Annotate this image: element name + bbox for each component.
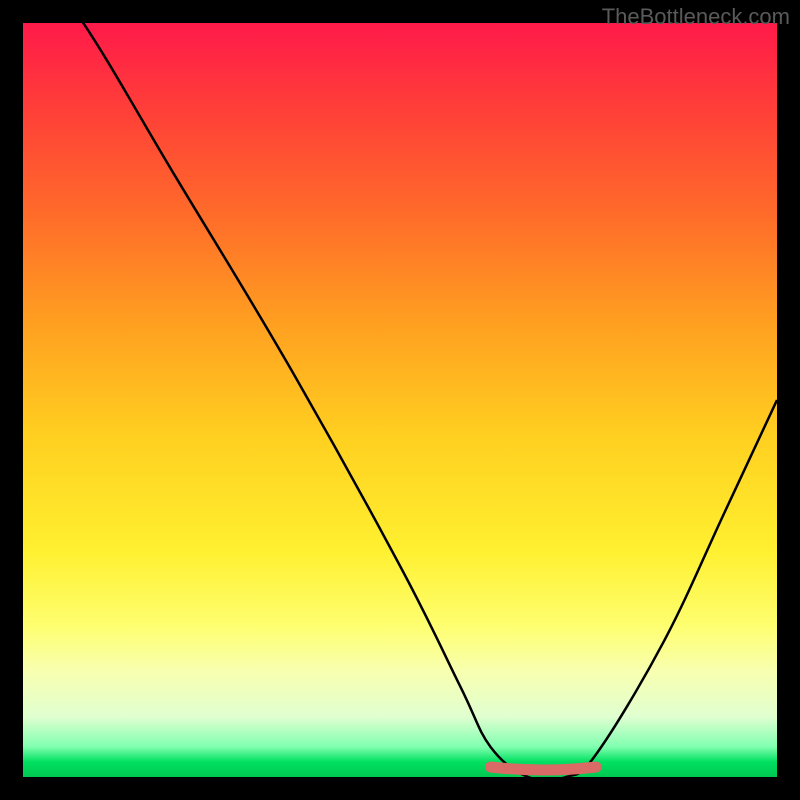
watermark-text: TheBottleneck.com <box>602 4 790 30</box>
chart-plot-area <box>23 23 777 777</box>
bottleneck-curve <box>23 23 777 777</box>
